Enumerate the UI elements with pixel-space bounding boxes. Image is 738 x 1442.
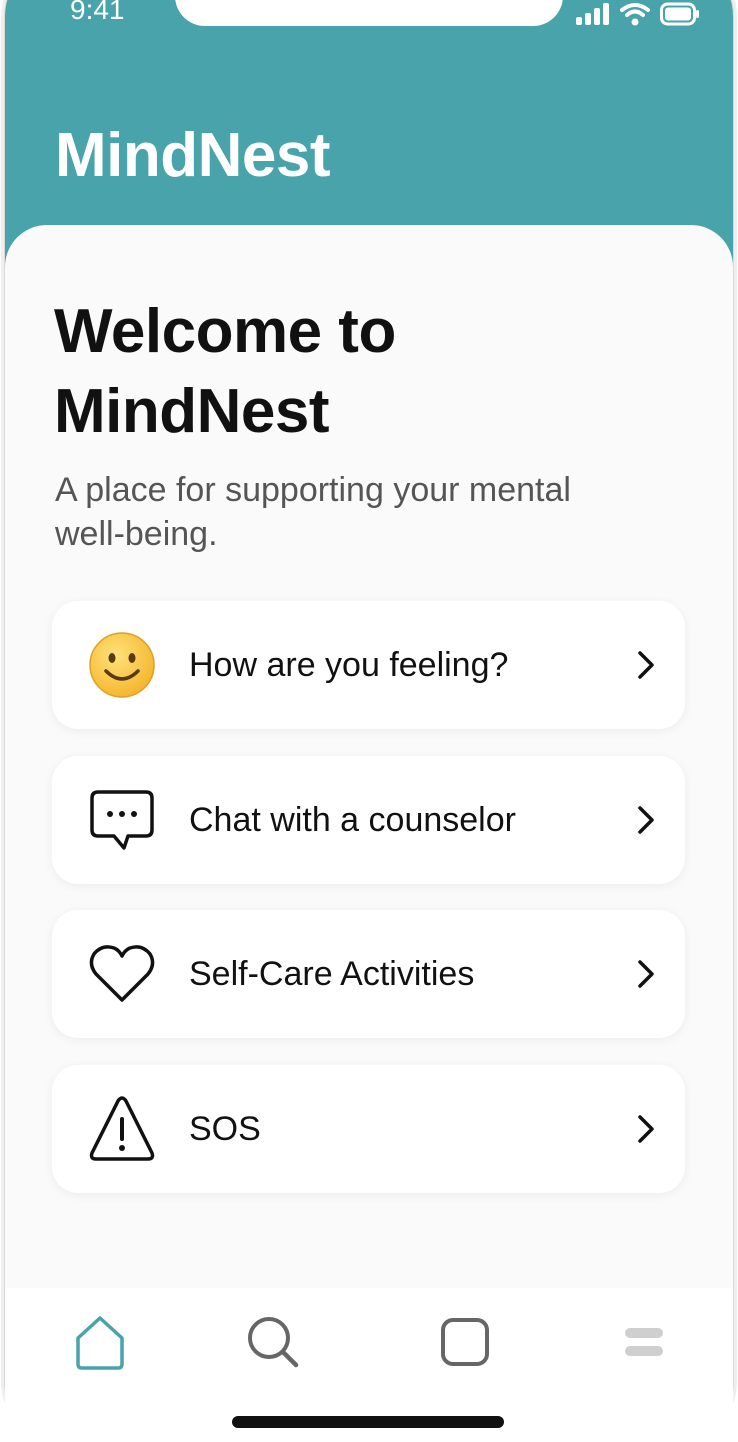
chevron-right-icon: [638, 960, 654, 988]
tab-home[interactable]: [70, 1312, 130, 1372]
status-time: 9:41: [70, 0, 125, 25]
sos-card[interactable]: SOS: [52, 1065, 685, 1193]
chevron-right-icon: [638, 1115, 654, 1143]
cellular-signal-icon: [576, 3, 609, 25]
app-title: MindNest: [55, 121, 331, 190]
heart-icon: [89, 945, 155, 1002]
card-label: Chat with a counselor: [189, 801, 516, 839]
tab-menu[interactable]: [614, 1312, 674, 1372]
menu-icon: [625, 1328, 663, 1356]
home-indicator: [232, 1416, 504, 1428]
notch: [175, 0, 563, 26]
welcome-heading: Welcome to MindNest: [54, 297, 396, 446]
chat-bubble-icon: [90, 790, 154, 850]
wifi-icon: [620, 3, 650, 26]
tab-square[interactable]: [435, 1312, 495, 1372]
self-care-card[interactable]: Self-Care Activities: [52, 910, 685, 1038]
card-label: How are you feeling?: [189, 646, 509, 684]
status-icons: [576, 2, 700, 26]
smiley-face-icon: [89, 632, 155, 698]
square-icon: [441, 1318, 489, 1366]
status-bar: 9:41: [0, 0, 738, 30]
warning-triangle-icon: [89, 1096, 155, 1161]
phone-screen: 9:41 MindNest Welcome to MindNest A plac…: [0, 0, 738, 1442]
card-label: SOS: [189, 1110, 261, 1148]
feeling-check-in-card[interactable]: How are you feeling?: [52, 601, 685, 729]
chevron-right-icon: [638, 651, 654, 679]
home-icon: [76, 1316, 124, 1370]
search-icon: [248, 1317, 299, 1368]
tab-search[interactable]: [243, 1312, 303, 1372]
chevron-right-icon: [638, 806, 654, 834]
welcome-subtitle: A place for supporting your mental well-…: [55, 471, 571, 553]
battery-icon: [660, 2, 699, 26]
chat-counselor-card[interactable]: Chat with a counselor: [52, 756, 685, 884]
card-label: Self-Care Activities: [189, 955, 475, 993]
